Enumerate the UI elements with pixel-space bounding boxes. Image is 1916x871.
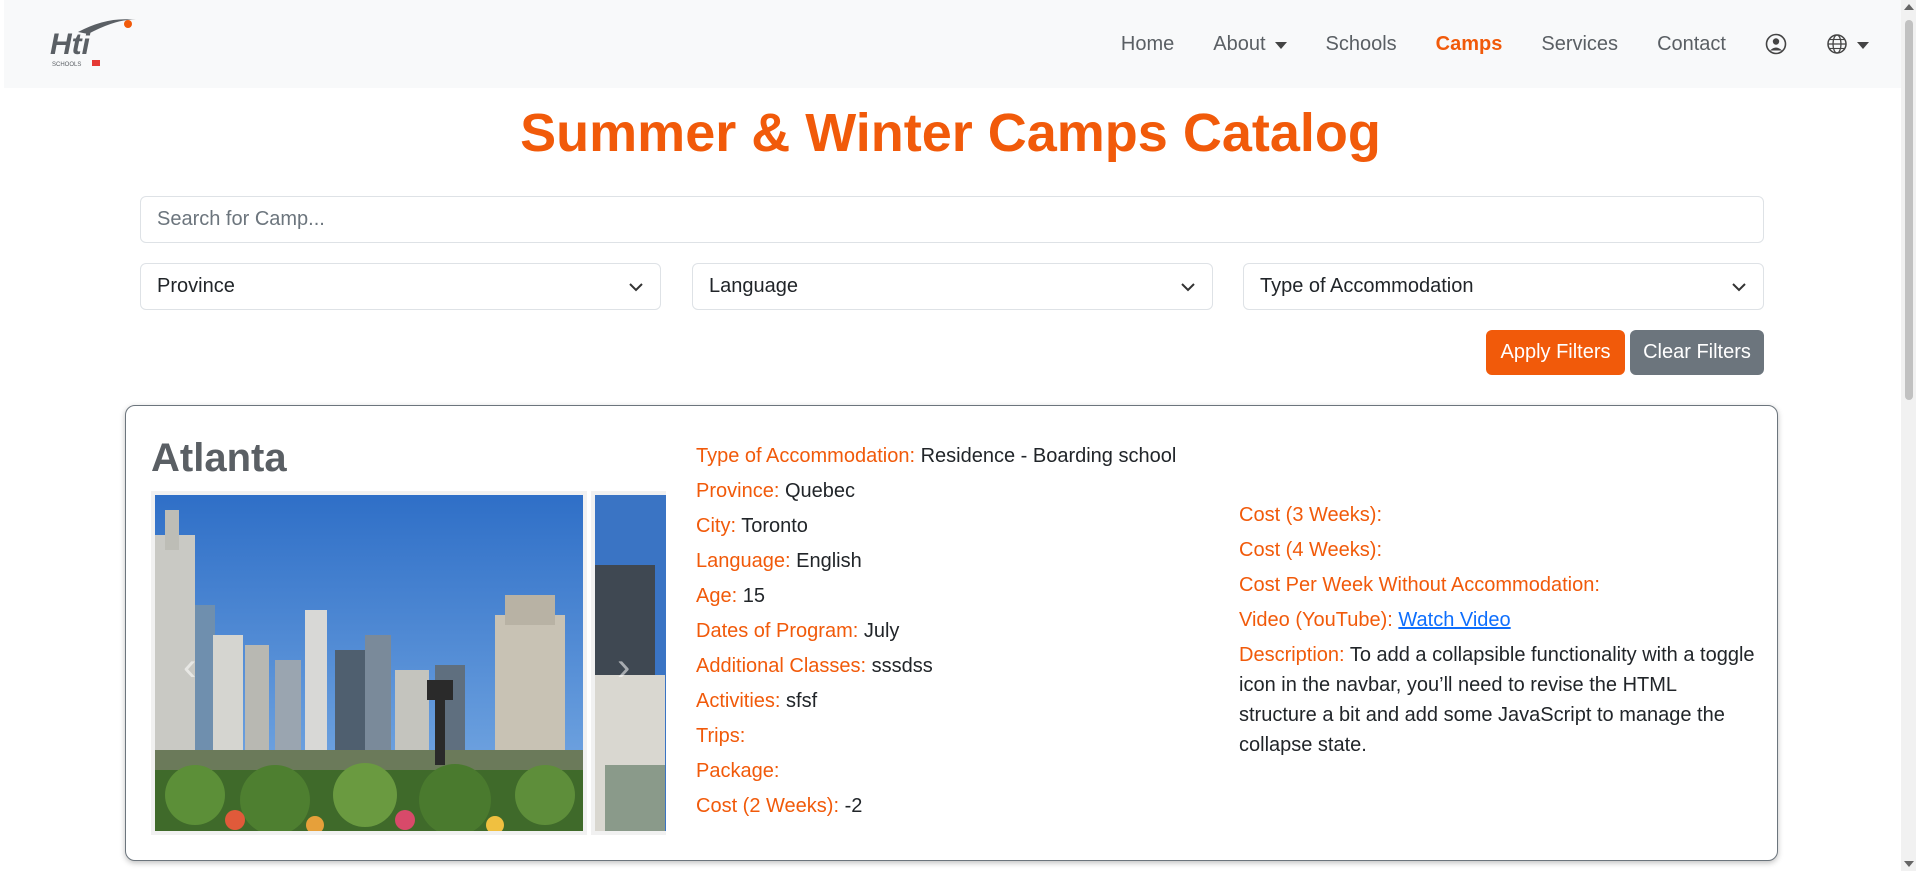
hti-logo[interactable]: Hti SCHOOLS [48,14,138,70]
chevron-down-icon [1732,282,1746,291]
detail-description: Description: To add a collapsible functi… [1239,644,1755,756]
caret-down-icon [1857,41,1869,49]
detail-cost-per-week: Cost Per Week Without Accommodation: [1239,574,1600,596]
search-input[interactable] [140,196,1764,243]
detail-age: Age: 15 [696,585,765,607]
camp-photo: ‹ [151,491,587,835]
scroll-down-icon[interactable] [1904,861,1914,867]
detail-cost-2-weeks: Cost (2 Weeks): -2 [696,795,863,817]
watch-video-link[interactable]: Watch Video [1398,609,1510,631]
detail-province: Province: Quebec [696,480,855,502]
detail-package: Package: [696,760,780,782]
detail-accommodation: Type of Accommodation: Residence - Board… [696,445,1177,467]
chevron-down-icon [1181,282,1195,291]
nav-contact[interactable]: Contact [1657,33,1726,56]
nav-services[interactable]: Services [1541,33,1618,56]
camp-details-left: Type of Accommodation: Residence - Board… [696,439,1176,824]
chevron-left-icon[interactable]: ‹ [183,645,196,690]
logo-text: Hti [50,28,91,61]
language-selector[interactable] [1826,33,1869,55]
nav-menu: Home About Schools Camps Services Contac… [1082,0,1869,88]
scroll-thumb[interactable] [1905,20,1913,400]
camp-name: Atlanta [151,436,287,480]
nav-about[interactable]: About [1213,32,1287,56]
accommodation-select[interactable]: Type of Accommodation [1243,263,1764,310]
navbar: Hti SCHOOLS Home About Schools Camps Ser… [4,0,1901,88]
language-select-label: Language [709,275,798,297]
page-scrollbar[interactable] [1901,0,1916,871]
detail-video: Video (YouTube): Watch Video [1239,609,1511,631]
province-select-label: Province [157,275,235,297]
detail-language: Language: English [696,550,862,572]
nav-about-label: About [1213,32,1266,55]
user-account-button[interactable] [1765,33,1787,55]
camp-card: Atlanta ‹ › Type of Accommodation: Resid… [125,405,1778,861]
province-select[interactable]: Province [140,263,661,310]
detail-trips: Trips: [696,725,746,747]
nav-camps[interactable]: Camps [1436,33,1503,56]
apply-filters-button[interactable]: Apply Filters [1486,330,1625,375]
detail-cost-3-weeks: Cost (3 Weeks): [1239,504,1382,526]
nav-home[interactable]: Home [1121,33,1174,56]
camp-photo-next: › [591,491,666,835]
caret-down-icon [1274,41,1287,49]
language-select[interactable]: Language [692,263,1213,310]
globe-icon [1827,34,1847,54]
accommodation-select-label: Type of Accommodation [1260,275,1474,297]
camp-details-right: Cost (3 Weeks): Cost (4 Weeks): Cost Per… [1239,498,1759,760]
user-circle-icon [1765,33,1787,55]
detail-cost-4-weeks: Cost (4 Weeks): [1239,539,1382,561]
page-title: Summer & Winter Camps Catalog [520,103,1381,163]
chevron-right-icon[interactable]: › [617,645,630,690]
nav-schools[interactable]: Schools [1326,33,1397,56]
detail-activities: Activities: sfsf [696,690,818,712]
logo-subtext: SCHOOLS [52,62,81,68]
detail-city: City: Toronto [696,515,808,537]
scroll-up-icon[interactable] [1904,4,1914,10]
clear-filters-button[interactable]: Clear Filters [1630,330,1764,375]
detail-dates: Dates of Program: July [696,620,900,642]
detail-additional-classes: Additional Classes: sssdss [696,655,933,677]
chevron-down-icon [629,282,643,291]
camp-image-carousel[interactable]: ‹ › [151,491,666,835]
